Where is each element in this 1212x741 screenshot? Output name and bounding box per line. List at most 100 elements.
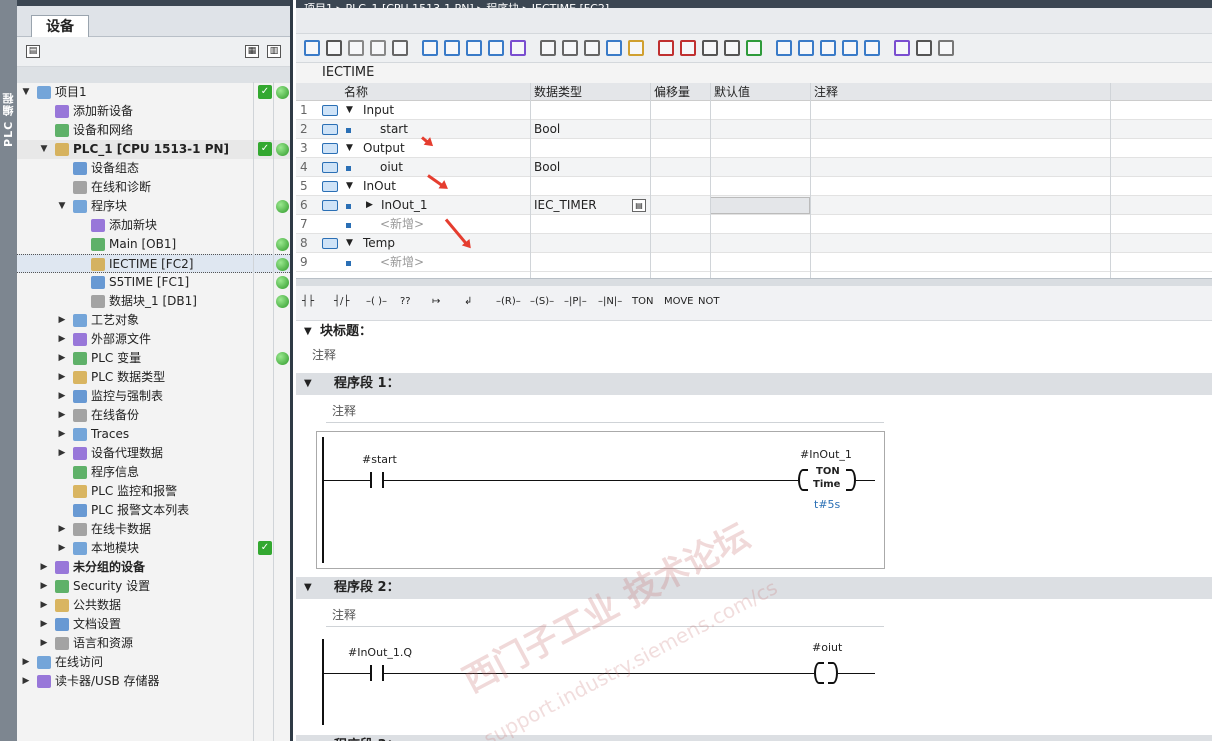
tree-item[interactable]: ▶ 外部源文件 bbox=[17, 330, 290, 349]
param-type[interactable]: Bool bbox=[530, 158, 650, 177]
toolbar-tool-icon[interactable] bbox=[510, 40, 526, 56]
toolbar-tool-icon[interactable] bbox=[916, 40, 932, 56]
tree-item[interactable]: ▶ 语言和资源 bbox=[17, 634, 290, 653]
toolbar-tool-icon[interactable] bbox=[864, 40, 880, 56]
toolbar-tool-icon[interactable] bbox=[422, 40, 438, 56]
expand-right-icon[interactable]: ▶ bbox=[57, 539, 67, 558]
collapse-icon[interactable]: ▼ bbox=[304, 373, 312, 395]
tree-item[interactable]: ▼ 项目1 ✓ bbox=[17, 83, 290, 102]
interface-row[interactable]: 9 <新增> bbox=[296, 253, 1212, 272]
tree-item[interactable]: PLC 监控和报警 bbox=[17, 482, 290, 501]
block-header[interactable]: ▼ 块标题： bbox=[296, 321, 1212, 343]
toolbar-tool-icon[interactable] bbox=[842, 40, 858, 56]
toolbar-tool-icon[interactable] bbox=[628, 40, 644, 56]
side-tab[interactable]: PLC 编程 bbox=[0, 0, 17, 741]
no-contact[interactable] bbox=[370, 665, 384, 681]
expand-right-icon[interactable]: ▶ bbox=[21, 653, 31, 672]
expand-right-icon[interactable]: ▶ bbox=[57, 444, 67, 463]
toolbar-tool-icon[interactable] bbox=[540, 40, 556, 56]
tree-item[interactable]: ▶ 在线访问 bbox=[17, 653, 290, 672]
contact-operand[interactable]: #InOut_1.Q bbox=[348, 646, 412, 659]
toolbar-tool-icon[interactable] bbox=[326, 40, 342, 56]
ladder-instruction-button[interactable]: ↲ bbox=[464, 296, 472, 307]
tree-item[interactable]: 设备和网络 bbox=[17, 121, 290, 140]
toolbar-tool-icon[interactable] bbox=[488, 40, 504, 56]
param-name[interactable]: <新增> bbox=[340, 253, 530, 272]
ladder-instruction-button[interactable]: –|N|– bbox=[598, 296, 622, 307]
default-value-cell[interactable] bbox=[710, 197, 810, 214]
expand-right-icon[interactable]: ▶ bbox=[39, 634, 49, 653]
tree-item[interactable]: ▶ 工艺对象 bbox=[17, 311, 290, 330]
param-name[interactable]: start bbox=[340, 120, 530, 139]
param-type[interactable]: Bool bbox=[530, 120, 650, 139]
tree-item[interactable]: ▼ 程序块 bbox=[17, 197, 290, 216]
toolbar-tool-icon[interactable] bbox=[702, 40, 718, 56]
param-name[interactable]: oiut bbox=[340, 158, 530, 177]
expand-right-icon[interactable]: ▶ bbox=[39, 615, 49, 634]
tree-item[interactable]: ▼ PLC_1 [CPU 1513-1 PN] ✓ bbox=[17, 140, 290, 159]
col-comment[interactable]: 注释 bbox=[810, 83, 1110, 101]
tree-overview-icon[interactable]: ▥ bbox=[267, 45, 281, 58]
coil-operand[interactable]: #InOut_1 bbox=[800, 448, 852, 461]
ladder-instruction-button[interactable]: ┤/├ bbox=[334, 296, 349, 307]
expand-right-icon[interactable]: ▶ bbox=[39, 577, 49, 596]
network-header[interactable]: ▼ 程序段 1： bbox=[296, 373, 1212, 395]
tree-item[interactable]: ▶ Security 设置 bbox=[17, 577, 290, 596]
ladder-instruction-button[interactable]: ↦ bbox=[432, 296, 440, 307]
interface-row[interactable]: 1 ▼ Input bbox=[296, 101, 1212, 120]
ladder-instruction-button[interactable]: –(S)– bbox=[530, 296, 554, 307]
tree-view-icon[interactable]: ▦ bbox=[245, 45, 259, 58]
param-name[interactable]: InOut_1 bbox=[340, 196, 530, 215]
toolbar-tool-icon[interactable] bbox=[606, 40, 622, 56]
expand-down-icon[interactable]: ▼ bbox=[57, 197, 67, 216]
tree-item[interactable]: ▶ 设备代理数据 bbox=[17, 444, 290, 463]
tree-item[interactable]: ▶ 公共数据 bbox=[17, 596, 290, 615]
editor-splitter[interactable] bbox=[296, 278, 1212, 286]
interface-row[interactable]: 6 ▶ InOut_1 IEC_TIMER ▤ bbox=[296, 196, 1212, 215]
toolbar-tool-icon[interactable] bbox=[348, 40, 364, 56]
contact-operand[interactable]: #start bbox=[362, 453, 397, 466]
tree-item[interactable]: ▶ 本地模块 ✓ bbox=[17, 539, 290, 558]
tree-item[interactable]: ▶ 文档设置 bbox=[17, 615, 290, 634]
ladder-instruction-button[interactable]: –(R)– bbox=[496, 296, 521, 307]
toolbar-tool-icon[interactable] bbox=[776, 40, 792, 56]
expand-right-icon[interactable]: ▶ bbox=[57, 387, 67, 406]
expand-right-icon[interactable]: ▶ bbox=[57, 311, 67, 330]
network-comment[interactable]: 注释 bbox=[332, 402, 356, 419]
tree-item[interactable]: 数据块_1 [DB1] bbox=[17, 292, 290, 311]
toolbar-tool-icon[interactable] bbox=[392, 40, 408, 56]
tree-item[interactable]: 程序信息 bbox=[17, 463, 290, 482]
param-name[interactable]: <新增> bbox=[340, 215, 530, 234]
toolbar-tool-icon[interactable] bbox=[658, 40, 674, 56]
tree-item[interactable]: IECTIME [FC2] bbox=[17, 254, 290, 273]
col-type[interactable]: 数据类型 bbox=[530, 83, 650, 101]
tree-item[interactable]: ▶ 在线卡数据 bbox=[17, 520, 290, 539]
col-name[interactable]: 名称 bbox=[340, 83, 530, 101]
toolbar-tool-icon[interactable] bbox=[304, 40, 320, 56]
expand-right-icon[interactable]: ▶ bbox=[57, 368, 67, 387]
network-comment[interactable]: 注释 bbox=[332, 606, 356, 623]
toolbar-tool-icon[interactable] bbox=[938, 40, 954, 56]
col-offset[interactable]: 偏移量 bbox=[650, 83, 710, 101]
interface-row[interactable]: 2 start Bool bbox=[296, 120, 1212, 139]
no-contact[interactable] bbox=[370, 472, 384, 488]
tree-item[interactable]: 添加新设备 bbox=[17, 102, 290, 121]
toolbar-tool-icon[interactable] bbox=[724, 40, 740, 56]
expand-right-icon[interactable]: ▶ bbox=[57, 520, 67, 539]
tree-item[interactable]: ▶ PLC 数据类型 bbox=[17, 368, 290, 387]
interface-row[interactable]: 8 ▼ Temp bbox=[296, 234, 1212, 253]
collapse-icon[interactable]: ▼ bbox=[304, 577, 312, 599]
toolbar-tool-icon[interactable] bbox=[466, 40, 482, 56]
ladder-instruction-button[interactable]: MOVE bbox=[664, 296, 693, 307]
toolbar-tool-icon[interactable] bbox=[820, 40, 836, 56]
ladder-instruction-button[interactable]: TON bbox=[632, 296, 653, 307]
toolbar-tool-icon[interactable] bbox=[584, 40, 600, 56]
expand-right-icon[interactable]: ▶ bbox=[57, 425, 67, 444]
tree-item[interactable]: 设备组态 bbox=[17, 159, 290, 178]
tree-settings-icon[interactable]: ▤ bbox=[26, 45, 40, 58]
ladder-instruction-button[interactable]: –|P|– bbox=[564, 296, 587, 307]
toolbar-tool-icon[interactable] bbox=[894, 40, 910, 56]
coil[interactable] bbox=[814, 662, 838, 684]
expand-right-icon[interactable]: ▶ bbox=[39, 596, 49, 615]
tree-item[interactable]: ▶ 未分组的设备 bbox=[17, 558, 290, 577]
